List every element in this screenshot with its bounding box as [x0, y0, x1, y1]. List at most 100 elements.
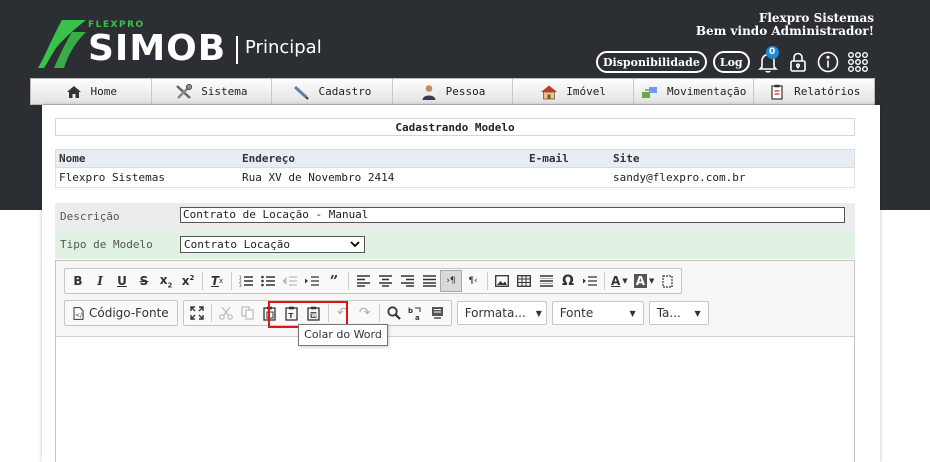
special-char-button[interactable]: Ω	[557, 270, 579, 292]
logo-swoosh-icon	[38, 20, 86, 68]
page-break-button[interactable]	[579, 270, 601, 292]
header-email: E-mail	[529, 152, 569, 165]
table-row: Flexpro Sistemas Rua XV de Novembro 2414…	[55, 168, 855, 188]
show-blocks-button[interactable]	[657, 270, 679, 292]
svg-text:a: a	[415, 314, 420, 321]
model-type-select[interactable]: Contrato Locação	[180, 236, 365, 253]
editor-content-area[interactable]	[56, 338, 854, 462]
italic-button[interactable]: I	[89, 270, 111, 292]
bold-button[interactable]: B	[67, 270, 89, 292]
description-row: Descrição Contrato de Locação - Manual	[55, 203, 855, 231]
text-color-button[interactable]: A ▼	[608, 270, 631, 292]
size-select[interactable]: Ta... ▼	[648, 301, 709, 325]
source-code-icon: </>	[73, 306, 84, 320]
user-info: Flexpro Sistemas Bem vindo Administrador…	[696, 12, 874, 38]
numbered-list-button[interactable]: 123	[235, 270, 257, 292]
lock-button[interactable]	[786, 50, 810, 74]
underline-button[interactable]: U	[111, 270, 133, 292]
nav-item-relatorios[interactable]: Relatórios	[754, 79, 874, 104]
horizontal-rule-button[interactable]	[535, 270, 557, 292]
nav-item-cadastro[interactable]: Cadastro	[272, 79, 393, 104]
header-actions: Disponibilidade Log 0	[596, 46, 870, 74]
indent-button[interactable]	[301, 270, 323, 292]
toolbar-separator	[210, 304, 212, 322]
nav-item-home[interactable]: Home	[31, 79, 152, 104]
table-button[interactable]	[513, 270, 535, 292]
nav-item-label: Sistema	[201, 85, 248, 98]
nav-item-movimentacao[interactable]: Movimentação	[634, 79, 755, 104]
nav-item-label: Movimentação	[666, 85, 747, 98]
info-button[interactable]	[816, 50, 840, 74]
text-direction-rtl-button[interactable]: ¶‹	[462, 270, 484, 292]
align-center-button[interactable]	[374, 270, 396, 292]
redo-button[interactable]: ↷	[354, 302, 376, 324]
select-all-button[interactable]	[427, 302, 449, 324]
search-icon	[387, 306, 401, 320]
image-button[interactable]	[491, 270, 513, 292]
cut-button[interactable]	[215, 302, 237, 324]
description-input[interactable]: Contrato de Locação - Manual	[180, 207, 845, 223]
toolbar-group-formatting: B I U S x2 x2 Tx 123 ” ›¶ ¶‹ Ω A ▼ A ▼	[64, 268, 683, 294]
availability-button[interactable]: Disponibilidade	[596, 51, 707, 73]
outdent-button[interactable]	[279, 270, 301, 292]
header-endereco: Endereço	[242, 152, 295, 165]
numbered-list-icon: 123	[239, 275, 253, 287]
table-icon	[517, 275, 531, 287]
superscript-button[interactable]: x2	[177, 270, 199, 292]
model-type-label: Tipo de Modelo	[60, 238, 153, 251]
horizontal-rule-icon	[539, 275, 553, 287]
font-select-label: Fonte	[559, 306, 594, 320]
toolbar-row-2: </> Código-Fonte	[64, 300, 714, 326]
cell-nome: Flexpro Sistemas	[59, 171, 165, 184]
chevron-down-icon: ▼	[694, 308, 701, 318]
find-button[interactable]	[383, 302, 405, 324]
page-break-icon	[583, 276, 597, 286]
align-right-button[interactable]	[396, 270, 418, 292]
nav-item-imovel[interactable]: Imóvel	[513, 79, 634, 104]
content-panel: Cadastrando Modelo Nome Endereço E-mail …	[42, 105, 880, 462]
text-direction-ltr-button[interactable]: ›¶	[440, 270, 462, 292]
main-nav: Home Sistema Cadastro Pessoa Imóvel Movi…	[30, 78, 875, 105]
justify-icon	[422, 275, 436, 287]
nav-item-pessoa[interactable]: Pessoa	[393, 79, 514, 104]
nav-item-label: Pessoa	[445, 85, 486, 98]
show-blocks-icon	[662, 274, 673, 288]
source-code-button[interactable]: </> Código-Fonte	[67, 302, 175, 324]
app-logo[interactable]: FLEXPRO SIMOB Principal	[38, 16, 338, 70]
align-left-icon	[356, 275, 370, 287]
log-button[interactable]: Log	[712, 51, 750, 73]
logo-brand-main: SIMOB	[88, 28, 227, 69]
maximize-button[interactable]	[186, 302, 208, 324]
info-icon	[817, 51, 838, 73]
nav-item-label: Cadastro	[318, 85, 372, 98]
toolbar-group-source: </> Código-Fonte	[64, 300, 178, 326]
justify-button[interactable]	[418, 270, 440, 292]
notifications-button[interactable]: 0	[756, 46, 780, 74]
bullet-list-button[interactable]	[257, 270, 279, 292]
copy-button[interactable]	[237, 302, 259, 324]
svg-text:b: b	[408, 307, 413, 315]
toolbar-separator	[231, 272, 232, 290]
background-color-button[interactable]: A ▼	[631, 270, 658, 292]
apps-button[interactable]	[846, 50, 870, 74]
nav-item-label: Imóvel	[566, 85, 606, 98]
blockquote-button[interactable]: ”	[323, 270, 345, 292]
font-select[interactable]: Fonte ▼	[551, 301, 644, 325]
format-select[interactable]: Formata... ▼	[456, 301, 547, 325]
nav-item-label: Relatórios	[794, 85, 861, 98]
align-left-button[interactable]	[352, 270, 374, 292]
editor-toolbar: B I U S x2 x2 Tx 123 ” ›¶ ¶‹ Ω A ▼ A ▼ <…	[56, 261, 854, 337]
model-type-value: Contrato Locação	[184, 238, 290, 251]
apps-grid-icon	[847, 52, 868, 73]
transfer-icon	[641, 86, 657, 98]
company-info-table: Nome Endereço E-mail Site Flexpro Sistem…	[55, 149, 855, 188]
subscript-button[interactable]: x2	[155, 270, 177, 292]
logo-section: Principal	[245, 37, 322, 58]
strikethrough-button[interactable]: S	[133, 270, 155, 292]
cut-icon	[218, 306, 233, 320]
notification-badge: 0	[765, 46, 779, 59]
replace-button[interactable]: ba	[405, 302, 427, 324]
select-all-icon	[432, 307, 444, 319]
remove-format-button[interactable]: Tx	[206, 270, 228, 292]
nav-item-sistema[interactable]: Sistema	[152, 79, 273, 104]
